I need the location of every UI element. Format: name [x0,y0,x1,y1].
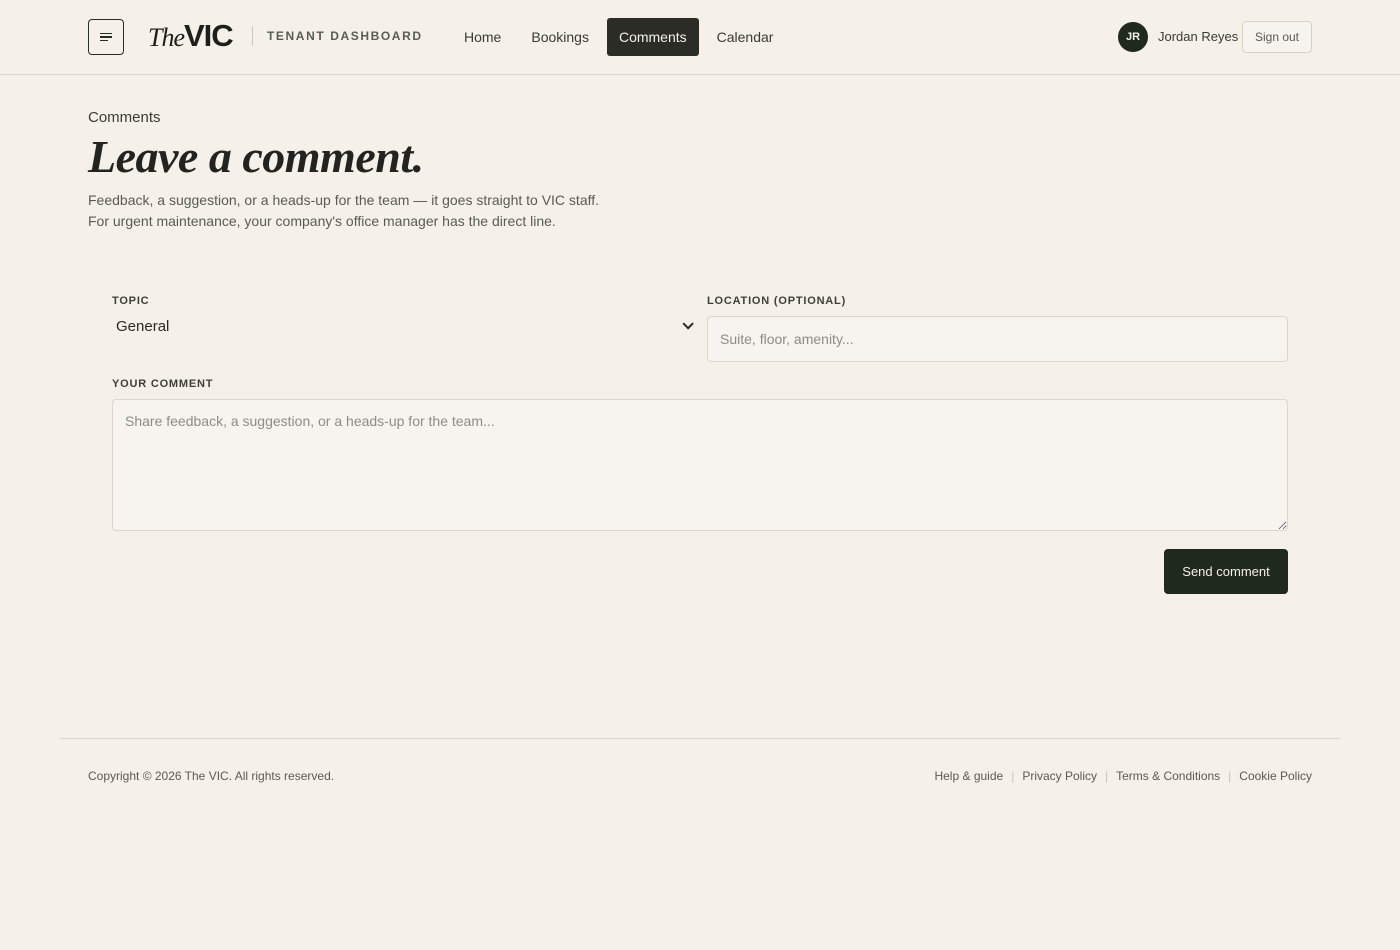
logo-the-text: The [148,23,185,52]
chevron-down-icon [682,318,694,330]
main-nav: Home Bookings Comments Calendar [452,18,791,56]
nav-bookings[interactable]: Bookings [519,18,601,56]
topic-label: TOPIC [112,295,150,307]
footer-divider [60,738,1340,739]
location-label: LOCATION (OPTIONAL) [707,295,847,307]
footer-copyright: Copyright © 2026 The VIC. All rights res… [88,769,335,783]
the-vic-logo[interactable]: The VIC [148,18,234,54]
footer-link-privacy[interactable]: Privacy Policy [1022,769,1097,783]
footer-separator: | [1011,769,1015,783]
topic-selected-value: General [116,317,170,335]
user-avatar[interactable]: JR [1118,22,1148,52]
nav-home[interactable]: Home [452,18,513,56]
sign-out-button[interactable]: Sign out [1242,21,1312,53]
send-comment-button[interactable]: Send comment [1164,549,1288,594]
top-header: The VIC TENANT DASHBOARD Home Bookings C… [0,0,1400,75]
comment-label: YOUR COMMENT [112,378,214,390]
location-input[interactable] [707,316,1288,362]
breadcrumb: Comments [88,109,161,126]
footer-link-cookies[interactable]: Cookie Policy [1239,769,1312,783]
footer-separator: | [1105,769,1109,783]
page-description: Feedback, a suggestion, or a heads-up fo… [88,192,600,229]
hamburger-menu-icon[interactable] [88,19,124,55]
topic-select[interactable]: General [112,312,694,340]
page-title: Leave a comment. [88,131,424,182]
user-name: Jordan Reyes [1158,29,1239,44]
logo-divider [252,26,253,46]
footer-separator: | [1228,769,1232,783]
comment-textarea[interactable] [112,399,1288,531]
footer-link-terms[interactable]: Terms & Conditions [1116,769,1220,783]
nav-comments[interactable]: Comments [606,18,699,56]
footer-link-help[interactable]: Help & guide [934,769,1003,783]
footer-links: Help & guide | Privacy Policy | Terms & … [934,769,1312,783]
dashboard-label: TENANT DASHBOARD [267,29,423,43]
nav-calendar[interactable]: Calendar [705,18,786,56]
logo-vic-text: VIC [184,18,234,53]
